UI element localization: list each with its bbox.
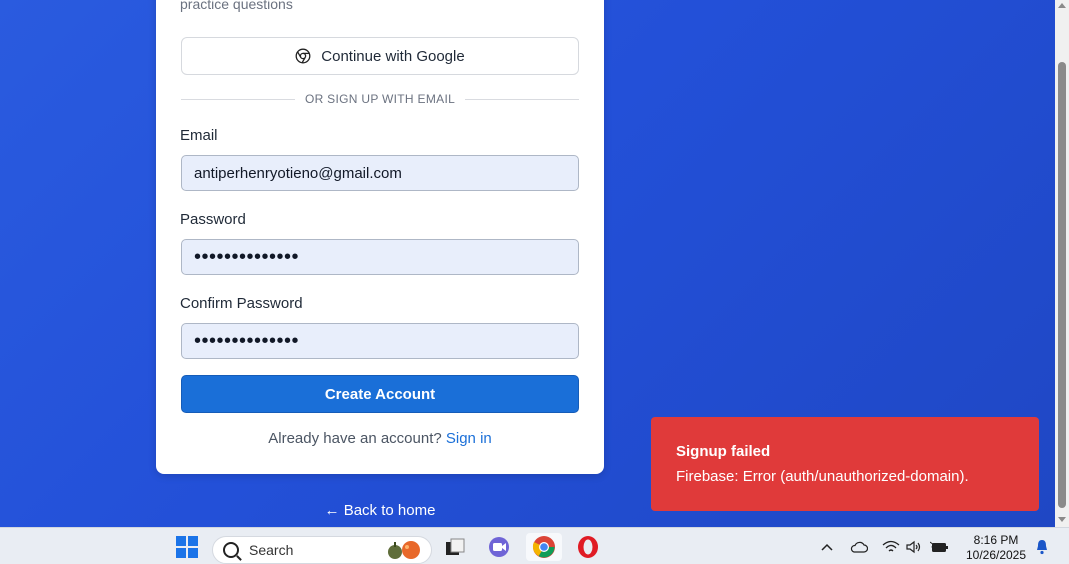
- clock-date: 10/26/2025: [965, 548, 1027, 562]
- or-divider: OR SIGN UP WITH EMAIL: [181, 90, 580, 108]
- scroll-down-arrow-icon[interactable]: [1058, 517, 1066, 522]
- page-scrollbar[interactable]: [1055, 0, 1069, 527]
- confirm-password-label: Confirm Password: [180, 295, 303, 312]
- confirm-password-field[interactable]: ••••••••••••••: [181, 323, 579, 359]
- signin-link[interactable]: Sign in: [446, 430, 492, 447]
- browser-viewport: practice questions Continue with Google …: [0, 0, 1055, 527]
- chevron-up-icon[interactable]: [818, 533, 836, 561]
- windows-start-icon[interactable]: [172, 533, 202, 561]
- volume-icon[interactable]: [903, 533, 925, 561]
- notification-bell-icon[interactable]: [1032, 533, 1052, 561]
- teams-icon[interactable]: [484, 533, 514, 561]
- google-button-label: Continue with Google: [321, 47, 465, 65]
- taskbar-search-placeholder: Search: [249, 542, 294, 558]
- signup-card: practice questions Continue with Google …: [156, 0, 604, 474]
- card-subtitle: practice questions: [180, 0, 293, 12]
- error-toast[interactable]: Signup failed Firebase: Error (auth/unau…: [651, 417, 1039, 511]
- email-label: Email: [180, 127, 218, 144]
- chrome-taskbar-icon[interactable]: [526, 533, 562, 561]
- password-field[interactable]: ••••••••••••••: [181, 239, 579, 275]
- windows-taskbar: Search 8:16 PM 10/26/2025: [0, 527, 1069, 564]
- cloud-icon[interactable]: [848, 533, 870, 561]
- toast-title: Signup failed: [676, 443, 771, 460]
- opera-icon[interactable]: [574, 533, 602, 561]
- signin-prompt: Already have an account?: [268, 430, 442, 447]
- file-explorer-icon[interactable]: [440, 533, 470, 561]
- divider-line-left: [181, 98, 295, 100]
- toast-message: Firebase: Error (auth/unauthorized-domai…: [676, 468, 969, 485]
- wifi-icon[interactable]: [880, 533, 902, 561]
- password-label: Password: [180, 211, 246, 228]
- divider-line-right: [465, 98, 580, 100]
- taskbar-clock[interactable]: 8:16 PM 10/26/2025: [962, 533, 1030, 563]
- search-highlight-icon: [388, 541, 420, 559]
- clock-time: 8:16 PM: [973, 533, 1019, 547]
- create-account-button[interactable]: Create Account: [181, 375, 579, 413]
- continue-with-google-button[interactable]: Continue with Google: [181, 37, 579, 75]
- divider-text: OR SIGN UP WITH EMAIL: [304, 92, 456, 106]
- battery-icon[interactable]: [928, 533, 952, 561]
- search-icon: [223, 542, 239, 558]
- chrome-icon: [295, 48, 311, 64]
- scroll-up-arrow-icon[interactable]: [1058, 3, 1066, 8]
- back-to-home-link[interactable]: ← Back to home: [156, 502, 604, 519]
- email-field[interactable]: antiperhenryotieno@gmail.com: [181, 155, 579, 191]
- taskbar-search-box[interactable]: Search: [212, 536, 432, 564]
- signin-row: Already have an account? Sign in: [156, 430, 604, 447]
- scrollbar-thumb[interactable]: [1058, 62, 1066, 508]
